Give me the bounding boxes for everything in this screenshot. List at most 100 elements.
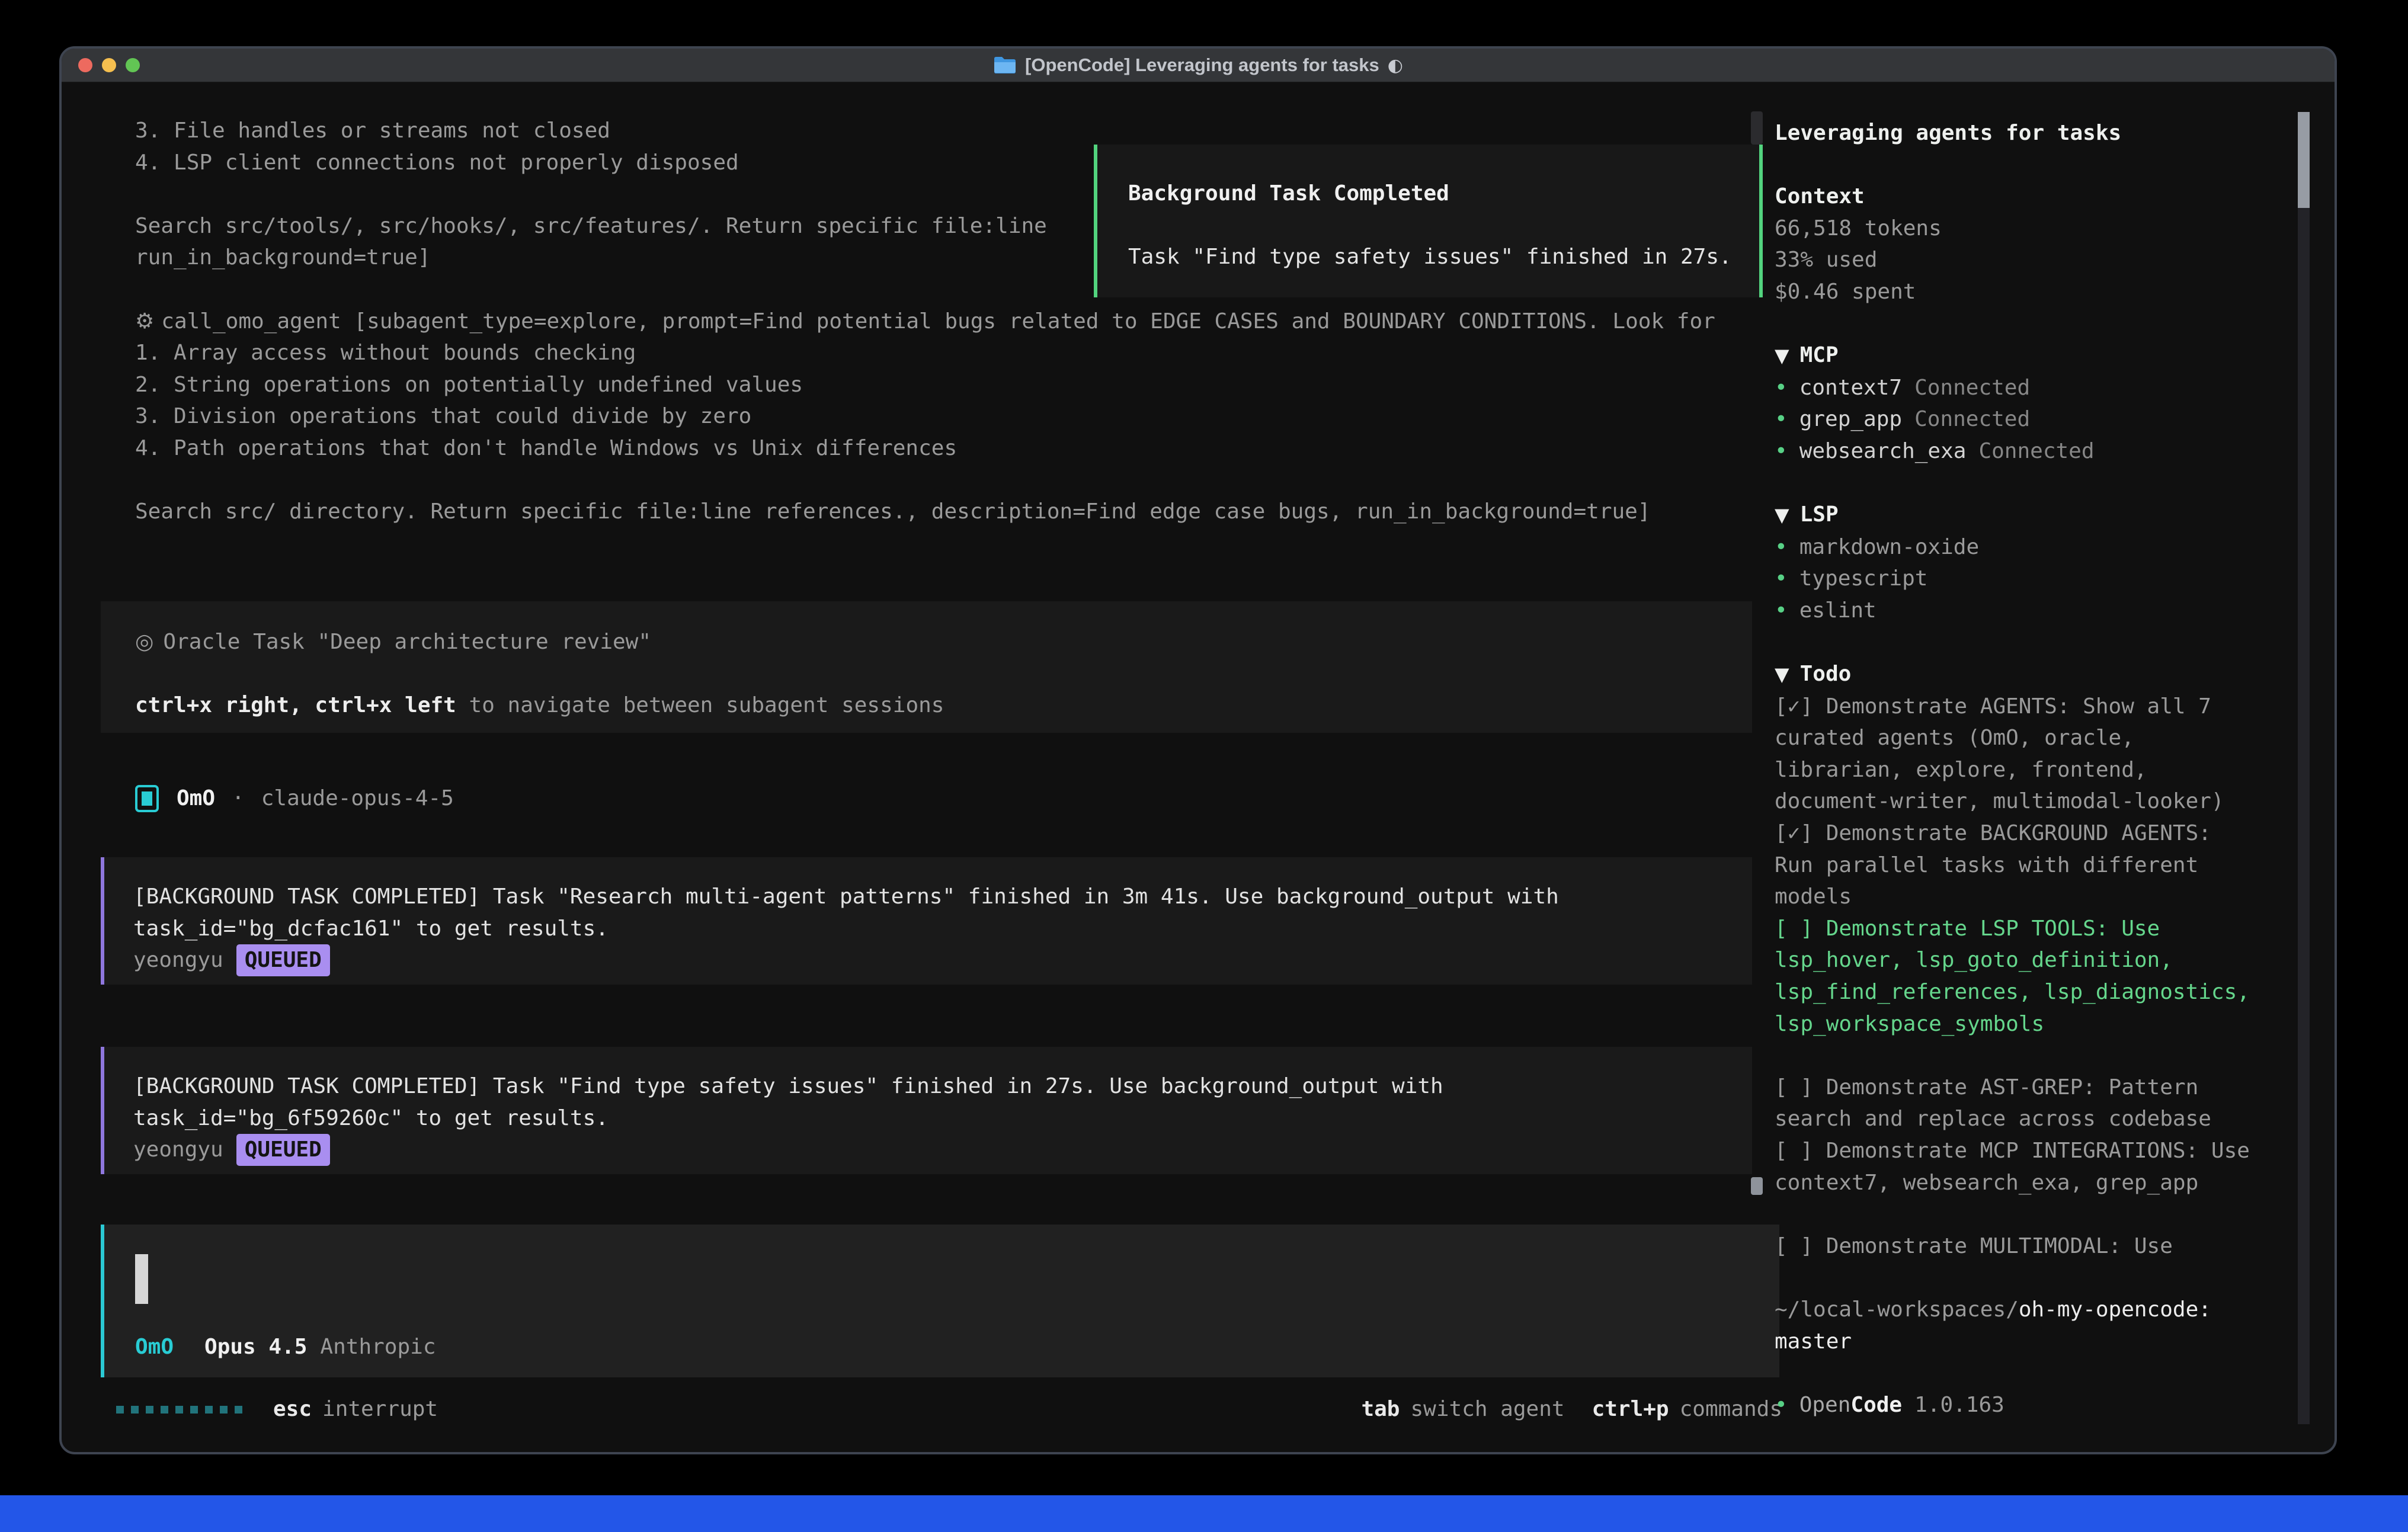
close-button[interactable] bbox=[78, 58, 92, 72]
main-scrollbar-thumb-top[interactable] bbox=[1751, 111, 1763, 145]
bullet-icon: • bbox=[1775, 439, 1788, 463]
chevron-down-icon: ▼ bbox=[1775, 663, 1789, 685]
agent-header: OmO · claude-opus-4-5 bbox=[135, 781, 454, 816]
oracle-hint-keys: ctrl+x right, ctrl+x left bbox=[135, 693, 456, 717]
commands-label: commands bbox=[1680, 1393, 1782, 1425]
bullet-icon: • bbox=[1775, 566, 1788, 591]
lsp-item: •eslint bbox=[1775, 595, 2259, 627]
oracle-hint: ctrl+x right, ctrl+x left to navigate be… bbox=[135, 690, 1752, 722]
status-bar: esc interrupt tab switch agent ctrl+p co… bbox=[116, 1393, 1782, 1425]
task-message-line: [BACKGROUND TASK COMPLETED] Task "Find t… bbox=[133, 1071, 1752, 1102]
desktop-wallpaper-strip bbox=[0, 1495, 2408, 1532]
agent-separator: · bbox=[232, 783, 245, 815]
zoom-button[interactable] bbox=[126, 58, 140, 72]
status-badge: QUEUED bbox=[236, 944, 330, 976]
terminal-content: 3. File handles or streams not closed 4.… bbox=[62, 83, 2335, 1454]
sidebar-scrollbar-track[interactable] bbox=[2298, 112, 2310, 1424]
minimize-button[interactable] bbox=[102, 58, 116, 72]
mcp-item: •context7Connected bbox=[1775, 372, 2259, 404]
chevron-down-icon: ▼ bbox=[1775, 504, 1789, 526]
tool-call-line: 2. String operations on potentially unde… bbox=[135, 369, 1762, 401]
tool-call-text: call_omo_agent [subagent_type=explore, p… bbox=[161, 309, 1715, 334]
ctrl-p-key: ctrl+p bbox=[1592, 1393, 1669, 1425]
mcp-item: •websearch_exaConnected bbox=[1775, 435, 2259, 467]
gear-icon: ⚙ bbox=[135, 309, 154, 334]
esc-label: interrupt bbox=[322, 1393, 438, 1425]
todo-item: [✓] Demonstrate BACKGROUND AGENTS: Run p… bbox=[1775, 818, 2259, 913]
agent-model: claude-opus-4-5 bbox=[261, 783, 454, 815]
tab-shortcut[interactable]: tab switch agent bbox=[1361, 1393, 1564, 1425]
session-state-icon: ◐ bbox=[1388, 55, 1403, 76]
context-used: 33% used bbox=[1775, 244, 2259, 276]
commands-shortcut[interactable]: ctrl+p commands bbox=[1592, 1393, 1782, 1425]
task-message-meta: yeongyuQUEUED bbox=[133, 1134, 1752, 1166]
spinner-dot bbox=[116, 1406, 124, 1414]
traffic-lights bbox=[78, 49, 140, 82]
tab-key: tab bbox=[1361, 1393, 1400, 1425]
activity-spinner bbox=[116, 1406, 242, 1414]
window-title: [OpenCode] Leveraging agents for tasks ◐ bbox=[993, 55, 1403, 76]
oracle-hint-text: to navigate between subagent sessions bbox=[456, 693, 944, 717]
task-message-line: task_id="bg_6f59260c" to get results. bbox=[133, 1102, 1752, 1134]
window-titlebar[interactable]: [OpenCode] Leveraging agents for tasks ◐ bbox=[62, 49, 2335, 83]
todo-item: [ ] Demonstrate MCP INTEGRATIONS: Use co… bbox=[1775, 1135, 2259, 1198]
input-model-name: Opus 4.5 bbox=[204, 1331, 307, 1363]
transcript-line: 3. File handles or streams not closed bbox=[135, 115, 1762, 147]
oracle-title: Oracle Task "Deep architecture review" bbox=[163, 630, 651, 654]
lsp-item: •markdown-oxide bbox=[1775, 531, 2259, 563]
task-message-line: [BACKGROUND TASK COMPLETED] Task "Resear… bbox=[133, 881, 1752, 913]
status-right: tab switch agent ctrl+p commands bbox=[1361, 1393, 1782, 1425]
tool-call-line: 3. Division operations that could divide… bbox=[135, 400, 1762, 432]
sidebar-scrollbar-thumb[interactable] bbox=[2298, 112, 2310, 208]
esc-shortcut[interactable]: esc interrupt bbox=[273, 1393, 438, 1425]
task-message-meta: yeongyuQUEUED bbox=[133, 944, 1752, 976]
lsp-item: •typescript bbox=[1775, 563, 2259, 595]
model-selector-row[interactable]: OmO Opus 4.5 Anthropic bbox=[135, 1331, 436, 1363]
text-cursor bbox=[135, 1254, 148, 1304]
tool-call-line: 1. Array access without bounds checking bbox=[135, 337, 1762, 369]
todo-item: [ ] Demonstrate AST-GREP: Pattern search… bbox=[1775, 1072, 2259, 1135]
oracle-task-card[interactable]: ◎Oracle Task "Deep architecture review" … bbox=[101, 601, 1752, 733]
workspace-path: ~/local-workspaces/oh-my-opencode: maste… bbox=[1775, 1294, 2259, 1357]
todo-item: [ ] Demonstrate LSP TOOLS: Use lsp_hover… bbox=[1775, 913, 2259, 1040]
session-title: Leveraging agents for tasks bbox=[1775, 117, 2259, 149]
todo-section-heading[interactable]: ▼Todo bbox=[1775, 658, 2259, 691]
spinner-dot bbox=[235, 1406, 242, 1414]
spinner-dot bbox=[220, 1406, 228, 1414]
status-badge: QUEUED bbox=[236, 1134, 330, 1166]
status-dot-icon: • bbox=[1775, 1393, 1788, 1417]
spinner-dot bbox=[190, 1406, 198, 1414]
lsp-section-heading[interactable]: ▼LSP bbox=[1775, 499, 2259, 531]
oracle-target-icon: ◎ bbox=[135, 630, 153, 654]
terminal-window: [OpenCode] Leveraging agents for tasks ◐… bbox=[59, 46, 2337, 1454]
input-provider-name: Anthropic bbox=[320, 1331, 436, 1363]
main-scrollbar-thumb-bottom[interactable] bbox=[1751, 1177, 1763, 1195]
status-left: esc interrupt bbox=[116, 1393, 438, 1425]
spinner-dot bbox=[146, 1406, 153, 1414]
context-spent: $0.46 spent bbox=[1775, 276, 2259, 308]
background-task-message[interactable]: [BACKGROUND TASK COMPLETED] Task "Find t… bbox=[101, 1047, 1752, 1174]
task-message-line: task_id="bg_dcfac161" to get results. bbox=[133, 913, 1752, 945]
todo-item: [✓] Demonstrate AGENTS: Show all 7 curat… bbox=[1775, 691, 2259, 818]
folder-icon bbox=[993, 56, 1017, 75]
context-tokens: 66,518 tokens bbox=[1775, 213, 2259, 245]
agent-name: OmO bbox=[177, 783, 215, 815]
toast-title: Background Task Completed bbox=[1128, 178, 1759, 210]
spinner-dot bbox=[161, 1406, 168, 1414]
window-title-text: [OpenCode] Leveraging agents for tasks bbox=[1025, 55, 1379, 76]
tool-call-line: ⚙ call_omo_agent [subagent_type=explore, … bbox=[135, 306, 1762, 338]
todo-item: [ ] Demonstrate MULTIMODAL: Use bbox=[1775, 1230, 2259, 1262]
bullet-icon: • bbox=[1775, 407, 1788, 431]
background-task-message[interactable]: [BACKGROUND TASK COMPLETED] Task "Resear… bbox=[101, 857, 1752, 985]
tool-call-line bbox=[135, 464, 1762, 496]
mcp-item: •grep_appConnected bbox=[1775, 403, 2259, 435]
omo-agent-icon bbox=[135, 785, 159, 812]
chevron-down-icon: ▼ bbox=[1775, 344, 1789, 367]
background-task-toast[interactable]: Background Task Completed Task "Find typ… bbox=[1094, 145, 1763, 297]
mcp-section-heading[interactable]: ▼MCP bbox=[1775, 339, 2259, 372]
bullet-icon: • bbox=[1775, 598, 1788, 623]
oracle-spacer bbox=[135, 658, 1752, 690]
prompt-input[interactable]: OmO Opus 4.5 Anthropic bbox=[101, 1225, 1779, 1377]
session-sidebar: Leveraging agents for tasks Context 66,5… bbox=[1775, 83, 2259, 1421]
tab-label: switch agent bbox=[1410, 1393, 1564, 1425]
